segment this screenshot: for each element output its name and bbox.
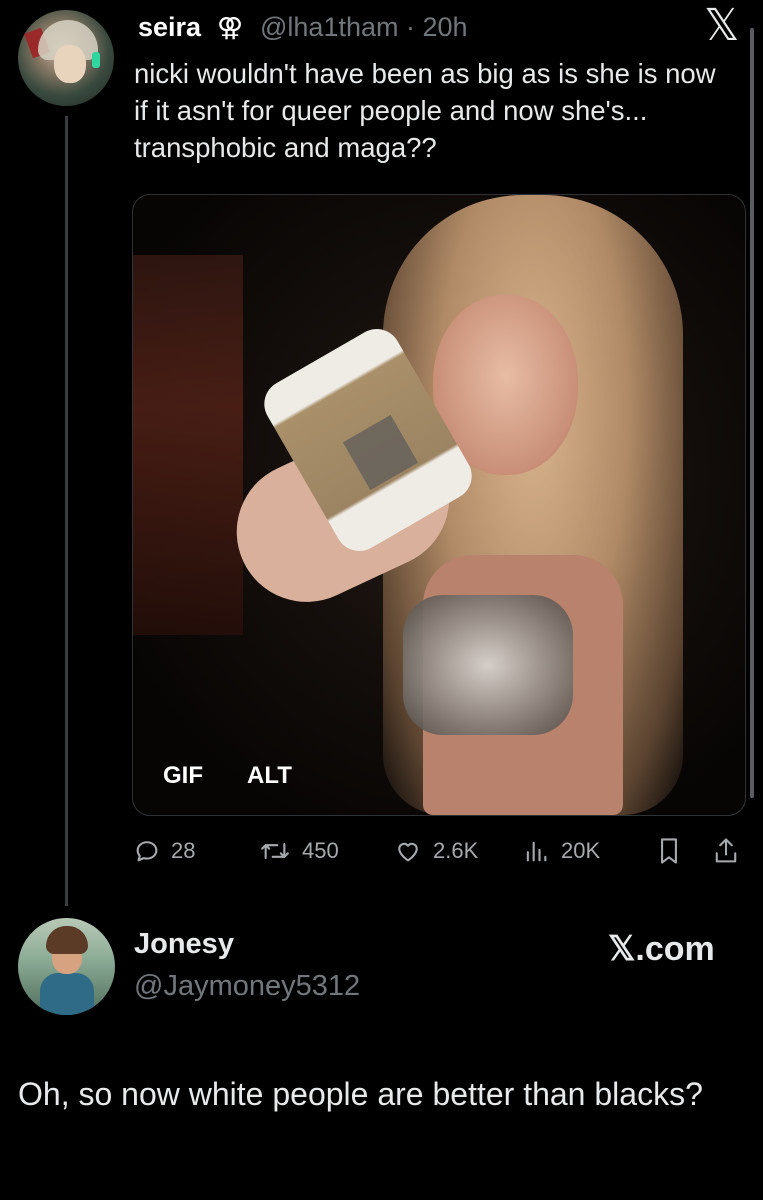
share-button[interactable]: [711, 836, 741, 866]
scrollbar[interactable]: [750, 28, 754, 798]
bookmark-button[interactable]: [655, 836, 683, 866]
x-com-watermark: 𝕏.com: [608, 930, 715, 968]
reply-author-name[interactable]: Jonesy: [134, 928, 234, 961]
views-icon: [521, 837, 551, 865]
x-logo-icon: 𝕏: [704, 1, 740, 50]
heart-icon: [393, 837, 423, 865]
alt-badge[interactable]: ALT: [247, 762, 292, 790]
gif-badge: GIF: [163, 762, 203, 789]
tweet-media-gif[interactable]: GIF ALT: [132, 194, 746, 816]
retweet-count: 450: [302, 838, 339, 863]
thread-line: [65, 116, 68, 906]
author-avatar[interactable]: [18, 10, 114, 106]
like-count: 2.6K: [433, 838, 479, 863]
author-name[interactable]: seira: [138, 12, 201, 43]
author-name-symbol: ⚢: [217, 12, 244, 42]
reply-button[interactable]: 28: [133, 836, 195, 866]
views-count: 20K: [561, 838, 601, 863]
reply-count: 28: [171, 838, 196, 863]
reply-author-handle[interactable]: @Jaymoney5312: [134, 970, 360, 1003]
retweet-button[interactable]: 450: [258, 836, 339, 866]
bookmark-icon: [655, 836, 683, 866]
reply-author-avatar[interactable]: [18, 918, 115, 1015]
tweet-text: nicki wouldn't have been as big as is sh…: [134, 58, 716, 163]
reply-text: Oh, so now white people are better than …: [18, 1076, 703, 1112]
reply-icon: [133, 837, 161, 865]
like-button[interactable]: 2.6K: [393, 836, 478, 866]
share-icon: [711, 836, 741, 866]
views-button[interactable]: 20K: [521, 836, 600, 866]
retweet-icon: [258, 837, 292, 865]
author-handle-time[interactable]: @lha1tham · 20h: [260, 12, 468, 43]
